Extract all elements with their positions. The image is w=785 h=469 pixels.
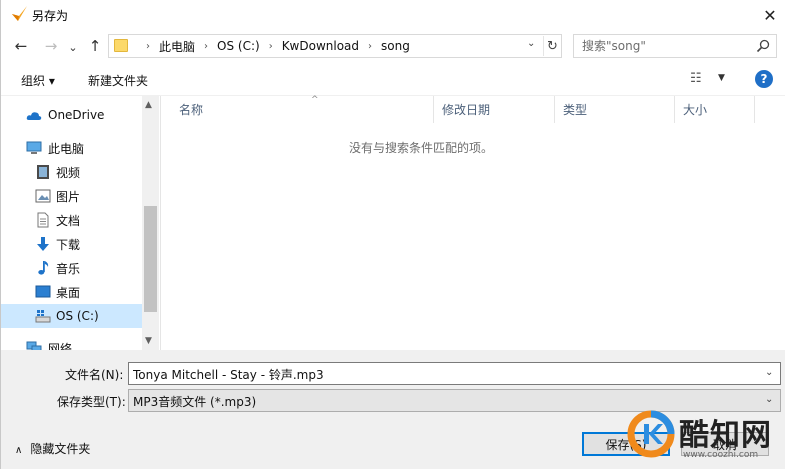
column-header-label: 大小 bbox=[683, 103, 708, 117]
breadcrumb-song[interactable]: song bbox=[381, 39, 410, 53]
watermark-text: 酷知网 bbox=[679, 418, 772, 453]
column-header-type[interactable]: 类型 bbox=[555, 96, 675, 123]
sidebar-item-pictures[interactable]: 图片 bbox=[1, 184, 142, 208]
filetype-dropdown-icon[interactable]: ⌄ bbox=[765, 394, 773, 405]
download-icon bbox=[37, 237, 49, 251]
breadcrumb-separator[interactable]: › bbox=[368, 41, 372, 52]
breadcrumb-separator[interactable]: › bbox=[269, 41, 273, 52]
save-as-dialog: 另存为 ✕ ← → ⌄ ↑ › 此电脑 › OS (C:) › KwDownlo… bbox=[0, 0, 785, 469]
navigation-pane: OneDrive 此电脑 视频 图片 文档 下载 音乐 桌面 OS (C:) 网… bbox=[1, 96, 161, 350]
sidebar-item-label: 此电脑 bbox=[48, 141, 85, 156]
music-icon bbox=[38, 261, 49, 275]
view-dropdown-icon[interactable]: ▼ bbox=[718, 73, 725, 83]
breadcrumb: › 此电脑 › OS (C:) › KwDownload › song bbox=[137, 35, 410, 57]
empty-message: 没有与搜索条件匹配的项。 bbox=[348, 141, 493, 155]
breadcrumb-separator[interactable]: › bbox=[204, 41, 208, 52]
search-box[interactable] bbox=[573, 34, 777, 58]
file-list[interactable]: 名称 ^ 修改日期 类型 大小 没有与搜索条件匹配的项。 bbox=[161, 95, 785, 350]
filename-field[interactable]: ⌄ bbox=[128, 362, 781, 385]
column-header-label: 修改日期 bbox=[442, 103, 491, 117]
window-title: 另存为 bbox=[32, 9, 69, 23]
close-button[interactable]: ✕ bbox=[757, 3, 783, 27]
sidebar-item-this-pc[interactable]: 此电脑 bbox=[1, 136, 142, 160]
up-button[interactable]: ↑ bbox=[85, 36, 105, 56]
documents-icon bbox=[37, 212, 49, 228]
sort-arrow-icon: ^ bbox=[311, 95, 319, 105]
hide-folders-button[interactable]: ∧ 隐藏文件夹 bbox=[15, 440, 90, 457]
scroll-down-icon[interactable]: ▼ bbox=[145, 336, 152, 346]
pictures-icon bbox=[35, 189, 51, 203]
navigation-scrollbar[interactable]: ▲ ▼ bbox=[142, 96, 159, 350]
watermark: 酷知网 www.coozhi.com bbox=[627, 406, 785, 468]
watermark-url: www.coozhi.com bbox=[683, 450, 759, 460]
filetype-label: 保存类型(T): bbox=[57, 395, 126, 409]
search-input[interactable] bbox=[582, 38, 752, 54]
sidebar-item-label: 下载 bbox=[56, 237, 81, 252]
address-bar[interactable]: › 此电脑 › OS (C:) › KwDownload › song ⌄ ↻ bbox=[108, 34, 562, 58]
breadcrumb-os-c[interactable]: OS (C:) bbox=[217, 39, 260, 53]
sidebar-item-music[interactable]: 音乐 bbox=[1, 256, 142, 280]
view-options-icon[interactable]: ☷ bbox=[690, 71, 702, 86]
sidebar-item-desktop[interactable]: 桌面 bbox=[1, 280, 142, 304]
cloud-icon bbox=[26, 112, 42, 120]
address-row: ← → ⌄ ↑ › 此电脑 › OS (C:) › KwDownload › s… bbox=[1, 30, 785, 62]
column-header-label: 名称 bbox=[179, 103, 204, 117]
drive-icon bbox=[35, 310, 51, 323]
filetype-value: MP3音频文件 (*.mp3) bbox=[133, 395, 257, 409]
title-bar: 另存为 ✕ bbox=[1, 0, 785, 30]
column-header-label: 类型 bbox=[563, 103, 588, 117]
video-icon bbox=[37, 165, 49, 179]
filename-label: 文件名(N): bbox=[65, 368, 124, 382]
filename-input[interactable] bbox=[133, 366, 753, 382]
breadcrumb-kwdownload[interactable]: KwDownload bbox=[282, 39, 359, 53]
column-header-name[interactable]: 名称 ^ bbox=[171, 95, 434, 123]
app-icon bbox=[12, 6, 27, 21]
hide-folders-label: 隐藏文件夹 bbox=[30, 442, 91, 456]
help-button[interactable]: ? bbox=[755, 70, 773, 88]
network-icon bbox=[26, 341, 42, 350]
filename-dropdown-icon[interactable]: ⌄ bbox=[765, 367, 773, 378]
scroll-up-icon[interactable]: ▲ bbox=[145, 100, 152, 110]
sidebar-item-label: 音乐 bbox=[56, 261, 81, 276]
sidebar-item-os-c[interactable]: OS (C:) bbox=[1, 304, 142, 328]
command-bar: 组织 ▾ 新建文件夹 ☷ ▼ ? bbox=[1, 62, 785, 96]
recent-locations-button[interactable]: ⌄ bbox=[63, 37, 83, 57]
sidebar-item-label: 网络 bbox=[48, 341, 73, 351]
sidebar-item-label: 文档 bbox=[56, 213, 81, 228]
new-folder-button[interactable]: 新建文件夹 bbox=[88, 72, 148, 89]
sidebar-item-documents[interactable]: 文档 bbox=[1, 208, 142, 232]
sidebar-item-label: 图片 bbox=[56, 189, 81, 204]
forward-button[interactable]: → bbox=[41, 36, 61, 56]
sidebar-item-downloads[interactable]: 下载 bbox=[1, 232, 142, 256]
sidebar-item-label: 桌面 bbox=[56, 285, 81, 300]
column-header-date[interactable]: 修改日期 bbox=[434, 96, 555, 123]
computer-icon bbox=[26, 141, 42, 154]
refresh-button[interactable]: ↻ bbox=[543, 36, 561, 56]
sidebar-item-network[interactable]: 网络 bbox=[1, 336, 142, 350]
sidebar-item-videos[interactable]: 视频 bbox=[1, 160, 142, 184]
column-header-size[interactable]: 大小 bbox=[675, 96, 755, 123]
back-button[interactable]: ← bbox=[11, 36, 31, 56]
sidebar-item-label: OneDrive bbox=[48, 108, 105, 122]
sidebar-item-label: 视频 bbox=[56, 165, 81, 180]
search-icon[interactable] bbox=[755, 38, 771, 54]
sidebar-item-label: OS (C:) bbox=[56, 309, 99, 323]
folder-icon bbox=[114, 39, 128, 52]
breadcrumb-this-pc[interactable]: 此电脑 bbox=[159, 38, 195, 55]
organize-button[interactable]: 组织 ▾ bbox=[21, 72, 55, 89]
address-dropdown-icon[interactable]: ⌄ bbox=[527, 38, 535, 49]
sidebar-item-onedrive[interactable]: OneDrive bbox=[1, 103, 142, 127]
chevron-up-icon: ∧ bbox=[15, 445, 23, 456]
desktop-icon bbox=[35, 285, 51, 298]
scrollbar-thumb[interactable] bbox=[144, 206, 157, 312]
watermark-logo-icon bbox=[627, 410, 675, 458]
breadcrumb-separator[interactable]: › bbox=[146, 41, 150, 52]
